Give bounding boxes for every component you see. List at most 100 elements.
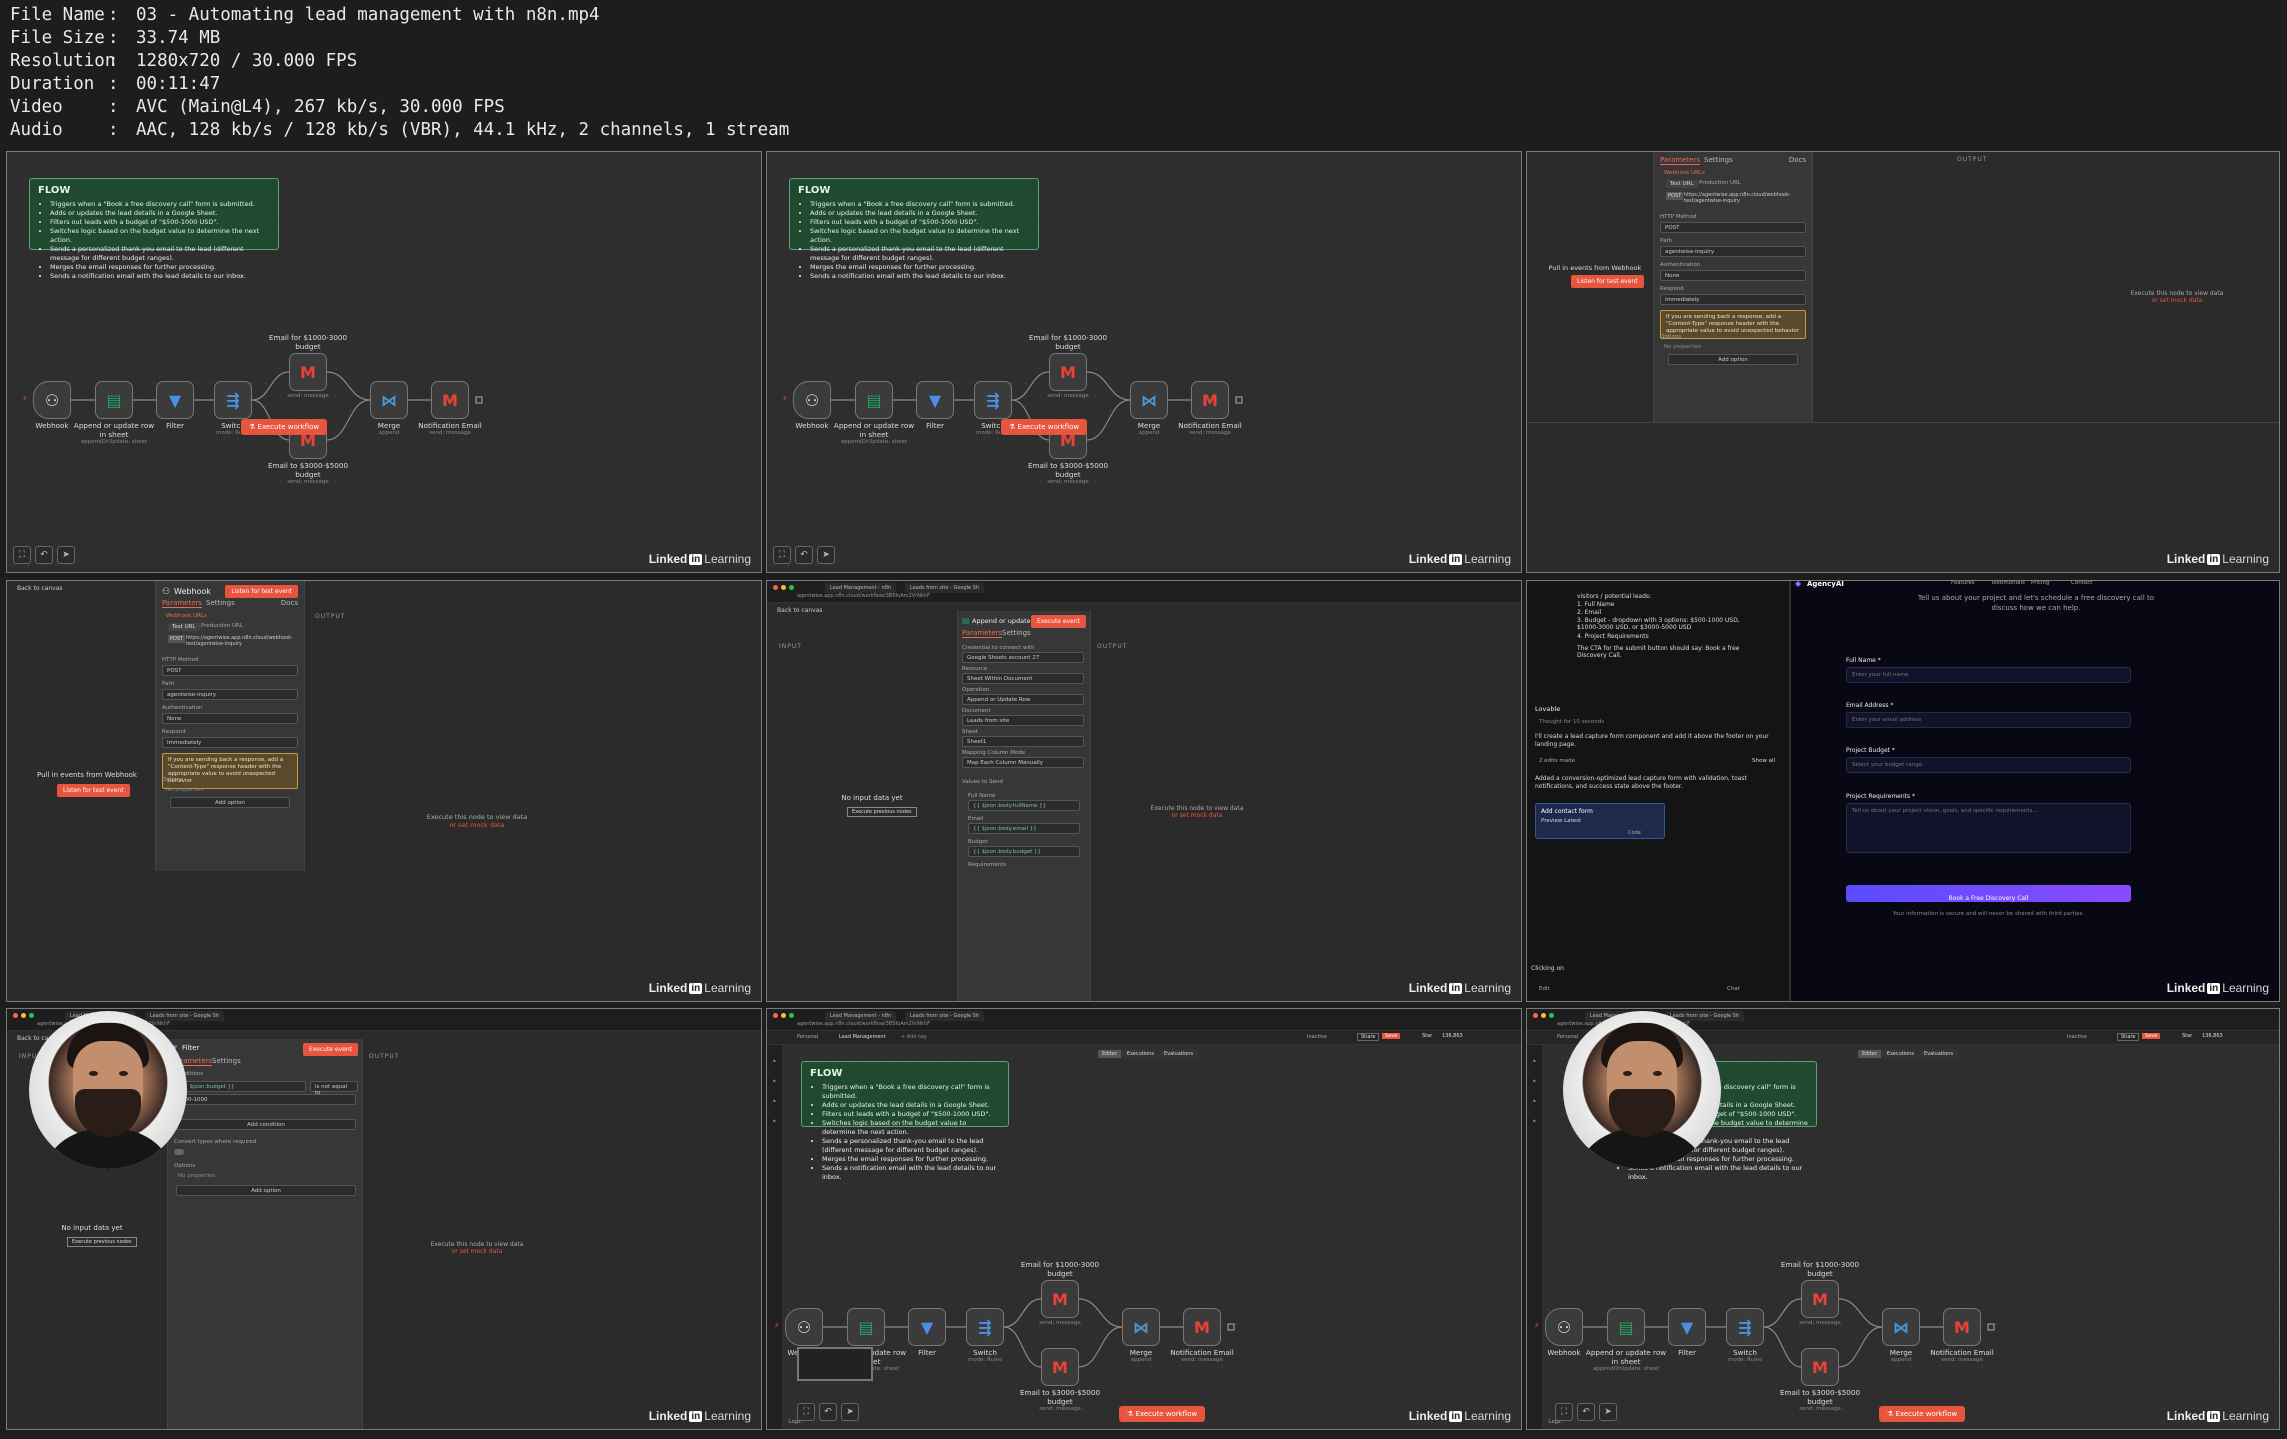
address-bar[interactable]: agentwise.app.n8n.cloud/workflow/3B5fuAm… (797, 593, 930, 599)
execute-workflow-button[interactable]: ⚗ Execute workflow (1119, 1406, 1206, 1422)
docs-link[interactable]: Docs (281, 599, 298, 607)
add-option-button[interactable]: Add option (170, 797, 290, 808)
add-condition-button[interactable]: Add condition (176, 1119, 356, 1130)
browser-tab-sheets[interactable]: Leads from site - Google Sh (145, 1011, 225, 1021)
node-webhook[interactable]: ⚇ (785, 1308, 823, 1346)
node-email2[interactable]: M (1041, 1348, 1079, 1386)
webhook-urls-toggle[interactable]: Webhook URLs (166, 613, 207, 619)
add-option-button[interactable]: Add option (176, 1185, 356, 1196)
node-filter[interactable]: ▼ (156, 381, 194, 419)
node-append[interactable]: ▤ (847, 1308, 885, 1346)
tab-settings[interactable]: Settings (212, 1057, 241, 1065)
node-email1[interactable]: M (1801, 1280, 1839, 1318)
edits-made[interactable]: 2 edits made (1539, 758, 1575, 764)
node-notify[interactable]: M (1191, 381, 1229, 419)
node-merge[interactable]: ⋈ (370, 381, 408, 419)
node-filter[interactable]: ▼ (908, 1308, 946, 1346)
column-value-f3[interactable]: {{ $json.body.budget }} (968, 846, 1080, 857)
book-discovery-call-button[interactable]: Book a Free Discovery Call (1846, 885, 2131, 902)
edit-button[interactable]: Edit (1539, 986, 1550, 992)
execute-workflow-button[interactable]: ⚗ Execute workflow (1879, 1406, 1966, 1422)
column-value-f2[interactable]: {{ $json.body.email }} (968, 823, 1080, 834)
add-node-handle[interactable] (1227, 1323, 1235, 1331)
add-option-button[interactable]: Add option (1668, 354, 1798, 365)
node-email1[interactable]: M (1041, 1280, 1079, 1318)
node-switch[interactable]: ⇶ (966, 1308, 1004, 1346)
condition-right-value[interactable]: 500-1000 (176, 1094, 356, 1105)
field-path_value[interactable]: agentwise-inquiry (1660, 246, 1806, 257)
node-merge[interactable]: ⋈ (1130, 381, 1168, 419)
site-nav-item[interactable]: Features (1951, 581, 1975, 586)
browser-tab-sheets[interactable]: Leads from site - Google Sh (905, 583, 985, 593)
add-node-handle[interactable] (1987, 1323, 1995, 1331)
site-nav-item[interactable]: Testimonials (1991, 581, 2025, 586)
pointer-icon[interactable]: ➤ (817, 546, 835, 564)
site-nav-item[interactable]: Contact (2071, 581, 2092, 586)
tab-settings[interactable]: Settings (1704, 156, 1733, 164)
field-auth_value[interactable]: None (1660, 270, 1806, 281)
field-sheet_value[interactable]: Sheet1 (962, 736, 1084, 747)
tab-parameters[interactable]: Parameters (962, 629, 1003, 638)
production-url-tab[interactable]: Production URL (201, 623, 243, 629)
test-url-tab[interactable]: Test URL (1666, 180, 1698, 188)
node-notify[interactable]: M (1943, 1308, 1981, 1346)
condition-operator[interactable]: is not equal to (310, 1081, 358, 1096)
node-append[interactable]: ▤ (1607, 1308, 1645, 1346)
back-to-canvas[interactable]: Back to canvas (17, 585, 63, 592)
node-filter[interactable]: ▼ (1668, 1308, 1706, 1346)
field-method[interactable]: POST (162, 665, 298, 676)
pointer-icon[interactable]: ➤ (57, 546, 75, 564)
node-webhook[interactable]: ⚇ (33, 381, 71, 419)
node-append[interactable]: ▤ (855, 381, 893, 419)
add-node-handle[interactable] (1235, 396, 1243, 404)
execute-workflow-button[interactable]: ⚗ Execute workflow (1001, 419, 1088, 435)
tab-settings[interactable]: Settings (1002, 629, 1031, 637)
production-url-tab[interactable]: Production URL (1699, 180, 1741, 186)
tab-settings[interactable]: Settings (206, 599, 235, 607)
window-dot-1[interactable] (21, 1013, 26, 1018)
field-cred_value[interactable]: Google Sheets account 27 (962, 652, 1084, 663)
field-method[interactable]: POST (1660, 222, 1806, 233)
field-resource_value[interactable]: Sheet Within Document (962, 673, 1084, 684)
node-email1[interactable]: M (289, 353, 327, 391)
node-switch[interactable]: ⇶ (974, 381, 1012, 419)
window-dot-1[interactable] (781, 585, 786, 590)
docs-link[interactable]: Docs (1789, 156, 1806, 164)
chat-button[interactable]: Chat (1727, 986, 1740, 992)
form-input-email[interactable]: Enter your email address (1846, 712, 2131, 728)
code-link[interactable]: Code (1628, 830, 1641, 836)
node-merge[interactable]: ⋈ (1122, 1308, 1160, 1346)
undo-icon[interactable]: ↶ (1577, 1403, 1595, 1421)
test-url-tab[interactable]: Test URL (168, 623, 200, 631)
node-email2[interactable]: M (1801, 1348, 1839, 1386)
set-mock-data-link[interactable]: or set mock data (1127, 812, 1267, 819)
node-append[interactable]: ▤ (95, 381, 133, 419)
execute-previous-button[interactable]: Execute previous nodes (847, 807, 917, 817)
execute-step-button[interactable]: Execute event (1031, 615, 1086, 628)
minimap[interactable] (797, 1347, 873, 1381)
field-path_value[interactable]: agentwise-inquiry (162, 689, 298, 700)
add-node-handle[interactable] (475, 396, 483, 404)
window-dot-2[interactable] (29, 1013, 34, 1018)
site-nav-item[interactable]: Pricing (2031, 581, 2050, 586)
window-dot-2[interactable] (789, 585, 794, 590)
field-op_value[interactable]: Append or Update Row (962, 694, 1084, 705)
field-respond_value[interactable]: Immediately (1660, 294, 1806, 305)
node-filter[interactable]: ▼ (916, 381, 954, 419)
column-value-f1[interactable]: {{ $json.body.fullName }} (968, 800, 1080, 811)
window-dot-0[interactable] (773, 585, 778, 590)
webhook-url[interactable]: https://agentwise.app.n8n.cloud/webhook-… (1684, 192, 1804, 204)
field-respond_value[interactable]: Immediately (162, 737, 298, 748)
version-card[interactable]: Add contact form Preview Latest Code (1535, 803, 1665, 839)
field-doc_value[interactable]: Leads from site (962, 715, 1084, 726)
window-dot-0[interactable] (13, 1013, 18, 1018)
form-textarea-req[interactable]: Tell us about your project vision, goals… (1846, 803, 2131, 853)
node-switch[interactable]: ⇶ (214, 381, 252, 419)
node-merge[interactable]: ⋈ (1882, 1308, 1920, 1346)
tab-parameters[interactable]: Parameters (162, 599, 203, 608)
node-switch[interactable]: ⇶ (1726, 1308, 1764, 1346)
tab-parameters[interactable]: Parameters (1660, 156, 1701, 165)
listen-test-event-button[interactable]: Listen for test event (1571, 275, 1644, 288)
undo-icon[interactable]: ↶ (35, 546, 53, 564)
node-email1[interactable]: M (1049, 353, 1087, 391)
